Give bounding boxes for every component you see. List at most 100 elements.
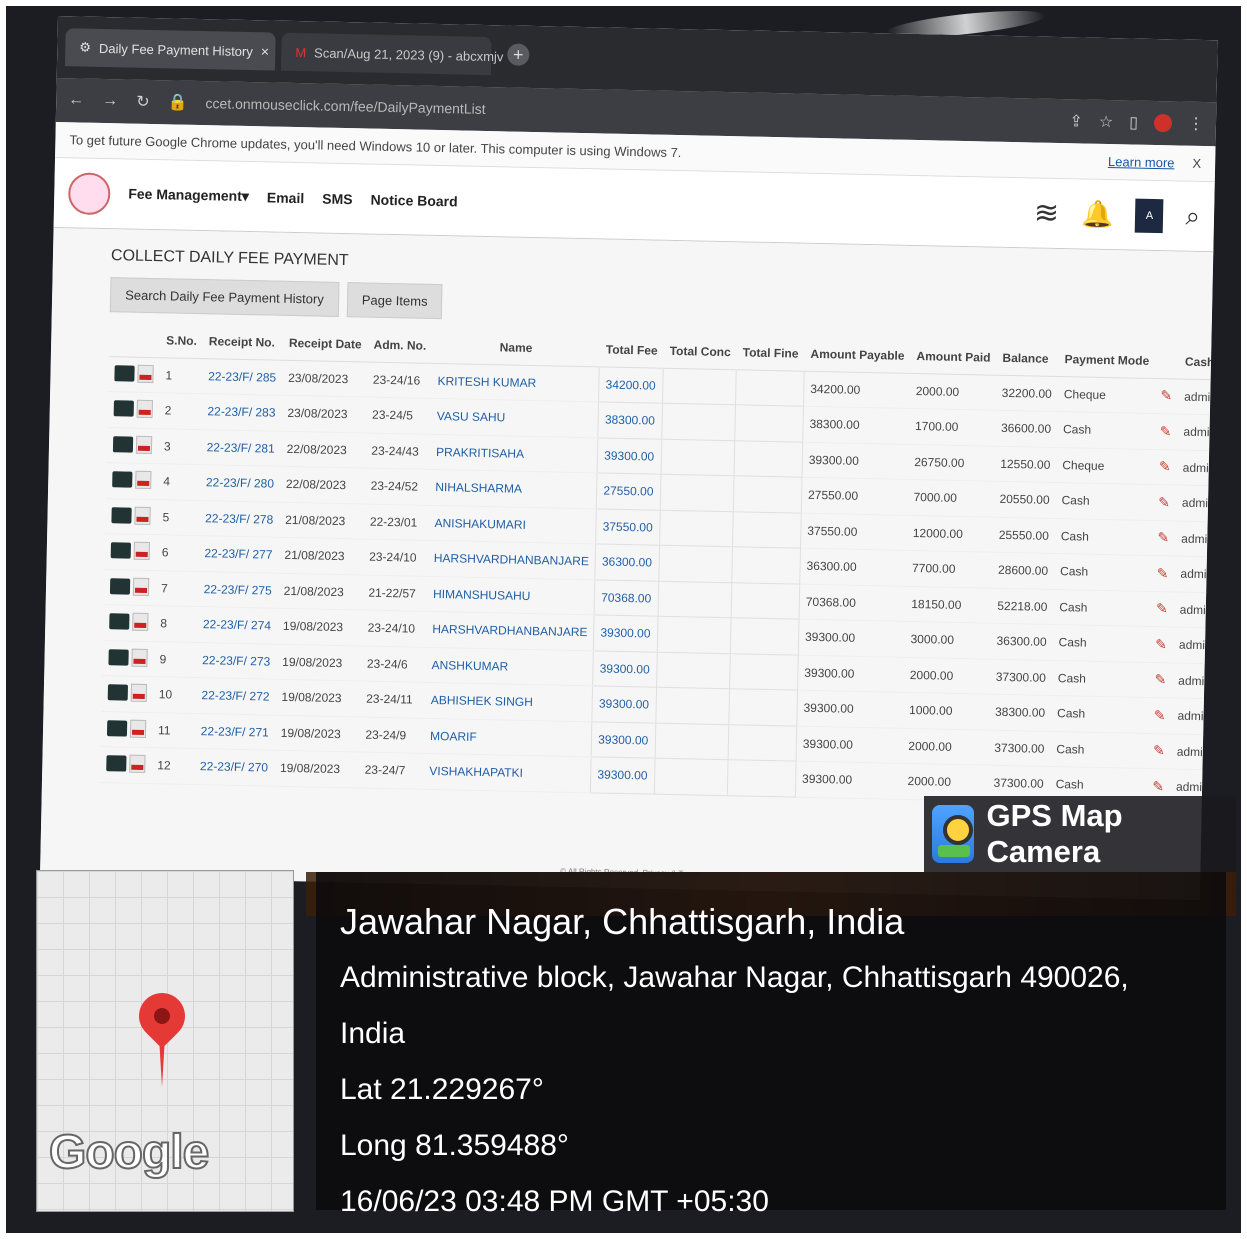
cell-name[interactable]: HARSHVARDHANBANJARE <box>425 611 595 651</box>
edit-icon[interactable]: ✎ <box>1153 742 1165 758</box>
cell-total-fee[interactable]: 70368.00 <box>594 579 659 617</box>
pdf-icon[interactable] <box>131 648 148 667</box>
cell-edit[interactable]: ✎ <box>1154 378 1179 415</box>
share-icon[interactable]: ⇪ <box>1069 111 1083 131</box>
reload-icon[interactable]: ↻ <box>136 92 150 112</box>
tab-gmail[interactable]: M Scan/Aug 21, 2023 (9) - abcxmjv × <box>280 32 520 76</box>
menu-icon[interactable]: ⋮ <box>1188 114 1204 134</box>
pdf-icon[interactable] <box>130 683 148 703</box>
cell-edit[interactable]: ✎ <box>1150 555 1175 592</box>
printer-icon[interactable] <box>114 365 135 382</box>
cell-receipt-no[interactable]: 22-23/F/ 272 <box>195 677 276 715</box>
cell-total-fee[interactable]: 36300.00 <box>595 543 660 581</box>
cell-name[interactable]: ANISHAKUMARI <box>428 504 597 544</box>
nav-notice-board[interactable]: Notice Board <box>370 191 457 209</box>
printer-icon[interactable] <box>112 435 134 453</box>
pdf-icon[interactable] <box>135 435 153 454</box>
cell-edit[interactable]: ✎ <box>1152 449 1178 486</box>
printer-icon[interactable] <box>111 506 132 524</box>
cell-receipt-no[interactable]: 22-23/F/ 285 <box>201 358 283 396</box>
printer-icon[interactable] <box>106 719 128 737</box>
edit-icon[interactable]: ✎ <box>1158 494 1170 510</box>
tab-daily-fee[interactable]: ⚙ Daily Fee Payment History × <box>64 28 276 71</box>
pdf-icon[interactable] <box>129 719 147 738</box>
cell-edit[interactable]: ✎ <box>1147 697 1172 734</box>
cell-total-fee[interactable]: 39300.00 <box>592 685 657 723</box>
edit-icon[interactable]: ✎ <box>1159 458 1171 474</box>
edit-icon[interactable]: ✎ <box>1157 565 1169 581</box>
pdf-icon[interactable] <box>132 577 150 596</box>
printer-icon[interactable] <box>112 471 133 488</box>
learn-more-link[interactable]: Learn more <box>1108 154 1175 170</box>
cell-total-fee[interactable]: 39300.00 <box>592 650 658 688</box>
pdf-icon[interactable] <box>134 506 151 525</box>
cell-total-fee[interactable]: 27550.00 <box>596 472 662 510</box>
edit-icon[interactable]: ✎ <box>1156 600 1168 616</box>
edit-icon[interactable]: ✎ <box>1154 671 1166 687</box>
cell-name[interactable]: ANSHKUMAR <box>425 646 594 686</box>
printer-icon[interactable] <box>106 755 127 772</box>
cell-total-fee[interactable]: 39300.00 <box>591 721 656 759</box>
search-history-button[interactable]: Search Daily Fee Payment History <box>109 277 340 317</box>
cell-receipt-no[interactable]: 22-23/F/ 271 <box>194 713 276 751</box>
edit-icon[interactable]: ✎ <box>1160 387 1172 403</box>
edit-icon[interactable]: ✎ <box>1155 636 1167 652</box>
cell-name[interactable]: PRAKRITISAHA <box>429 433 599 473</box>
printer-icon[interactable] <box>113 400 134 417</box>
new-tab-button[interactable]: + <box>507 43 530 66</box>
close-icon[interactable]: × <box>261 43 270 59</box>
cell-name[interactable]: NIHALSHARMA <box>428 469 598 509</box>
cell-edit[interactable]: ✎ <box>1148 661 1173 698</box>
edit-icon[interactable]: ✎ <box>1154 707 1166 723</box>
cell-total-fee[interactable]: 38300.00 <box>598 401 663 439</box>
nav-sms[interactable]: SMS <box>322 190 353 207</box>
printer-icon[interactable] <box>109 613 130 630</box>
cell-name[interactable]: HIMANSHUSAHU <box>426 575 596 615</box>
nav-email[interactable]: Email <box>267 189 305 206</box>
cell-name[interactable]: KRITESH KUMAR <box>431 362 600 402</box>
back-icon[interactable]: ← <box>68 91 84 109</box>
edit-icon[interactable]: ✎ <box>1160 423 1172 439</box>
cell-receipt-no[interactable]: 22-23/F/ 280 <box>199 464 281 502</box>
cell-receipt-no[interactable]: 22-23/F/ 278 <box>198 500 280 538</box>
cell-total-fee[interactable]: 39300.00 <box>593 614 659 652</box>
cell-name[interactable]: ABHISHEK SINGH <box>424 682 593 722</box>
url-field[interactable]: ccet.onmouseclick.com/fee/DailyPaymentLi… <box>205 95 485 117</box>
printer-icon[interactable] <box>109 577 131 595</box>
menu-waves-icon[interactable]: ≋ <box>1034 195 1060 231</box>
cell-edit[interactable]: ✎ <box>1153 413 1178 450</box>
cell-receipt-no[interactable]: 22-23/F/ 283 <box>201 393 282 431</box>
cell-total-fee[interactable]: 37550.00 <box>595 508 661 546</box>
cell-receipt-no[interactable]: 22-23/F/ 281 <box>200 429 282 467</box>
pdf-icon[interactable] <box>133 541 150 561</box>
cell-edit[interactable]: ✎ <box>1149 591 1175 627</box>
printer-icon[interactable] <box>110 542 131 559</box>
pdf-icon[interactable] <box>129 754 146 774</box>
sidebar-icon[interactable]: ▯ <box>1129 112 1138 132</box>
cell-edit[interactable]: ✎ <box>1151 484 1177 521</box>
cell-name[interactable]: VASU SAHU <box>430 398 599 438</box>
cell-receipt-no[interactable]: 22-23/F/ 270 <box>193 748 275 786</box>
nav-fee-management[interactable]: Fee Management▾ <box>128 186 249 206</box>
cell-name[interactable]: VISHAKHAPATKI <box>422 753 592 793</box>
bell-icon[interactable]: 🔔 <box>1081 198 1114 230</box>
cell-name[interactable]: HARSHVARDHANBANJARE <box>427 540 596 580</box>
pdf-icon[interactable] <box>136 399 153 419</box>
cell-receipt-no[interactable]: 22-23/F/ 277 <box>198 535 279 573</box>
cell-edit[interactable]: ✎ <box>1146 732 1172 769</box>
printer-icon[interactable] <box>108 648 129 666</box>
cell-name[interactable]: MOARIF <box>423 717 593 757</box>
printer-icon[interactable] <box>107 684 129 701</box>
cell-total-fee[interactable]: 34200.00 <box>598 366 664 404</box>
cell-total-fee[interactable]: 39300.00 <box>597 437 662 475</box>
cell-edit[interactable]: ✎ <box>1151 520 1176 557</box>
pdf-icon[interactable] <box>135 470 152 490</box>
close-icon[interactable]: X <box>1192 156 1201 171</box>
page-items-button[interactable]: Page Items <box>346 282 443 320</box>
cell-total-fee[interactable]: 39300.00 <box>590 756 656 794</box>
cell-receipt-no[interactable]: 22-23/F/ 275 <box>197 571 279 609</box>
cell-edit[interactable]: ✎ <box>1148 626 1174 663</box>
user-avatar[interactable]: A <box>1135 198 1164 233</box>
pdf-icon[interactable] <box>137 364 154 383</box>
forward-icon[interactable]: → <box>102 92 118 110</box>
